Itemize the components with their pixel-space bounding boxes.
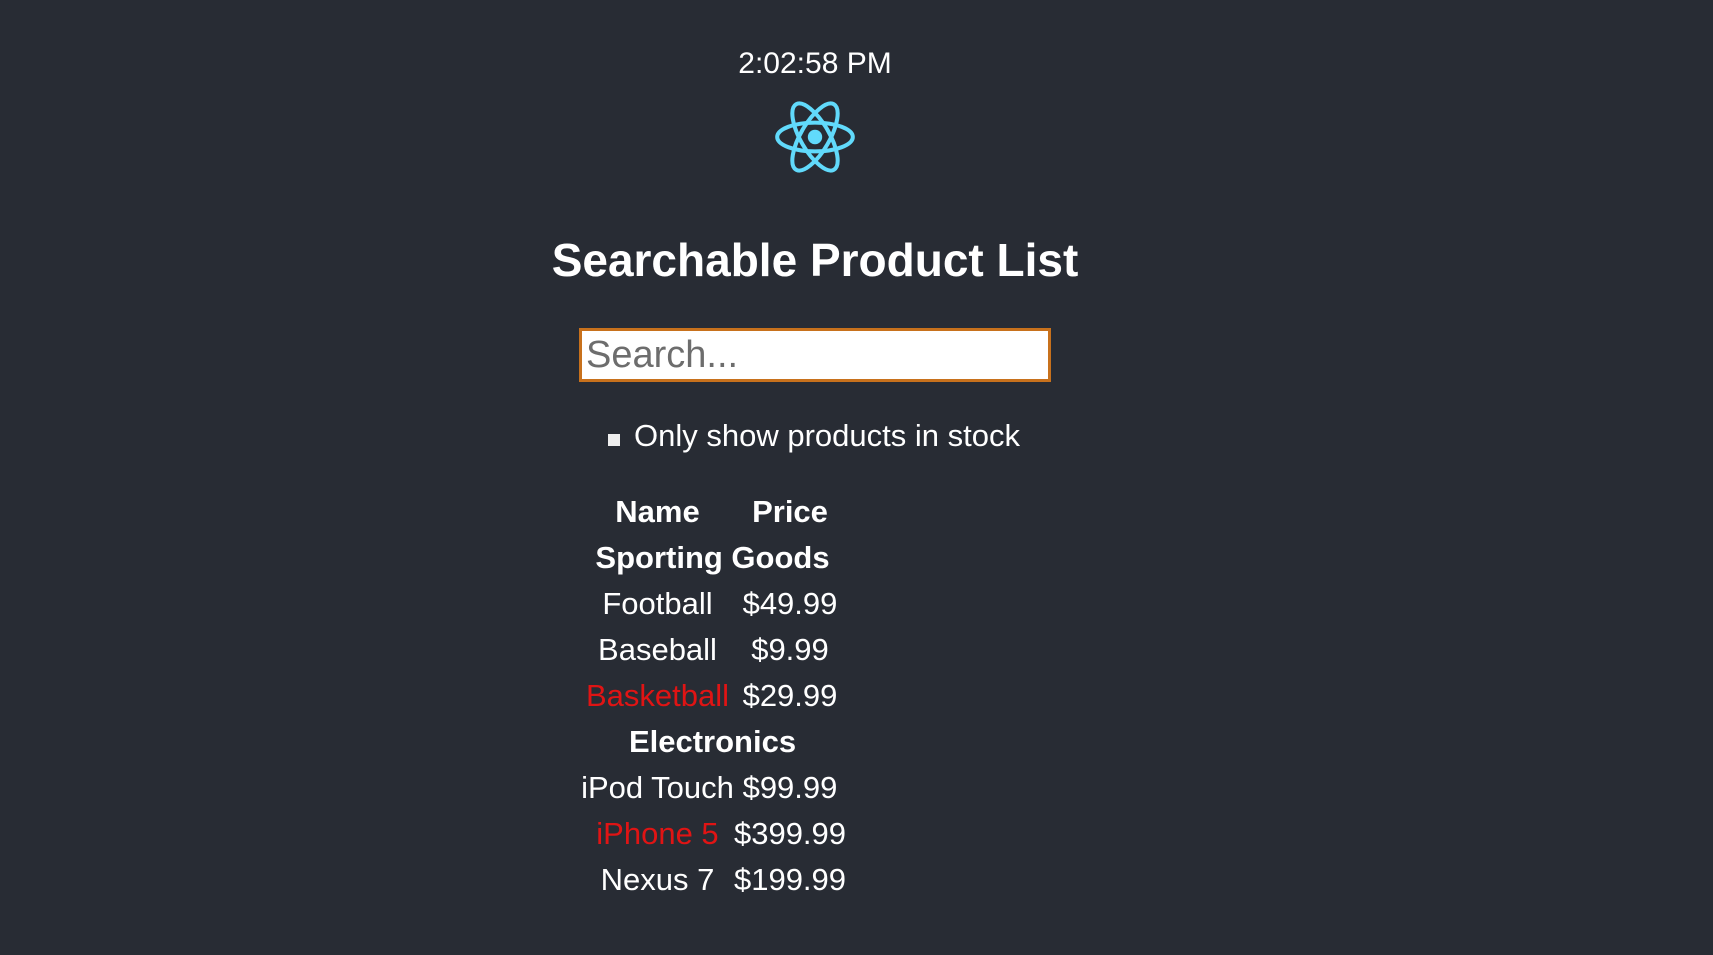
column-header-name: Name <box>615 494 700 529</box>
product-name: iPod Touch <box>581 770 734 805</box>
search-input[interactable] <box>579 328 1051 382</box>
product-price: $9.99 <box>751 632 829 667</box>
product-name-out-of-stock: iPhone 5 <box>596 816 719 851</box>
in-stock-label: Only show products in stock <box>634 418 1020 453</box>
product-price: $399.99 <box>733 816 847 851</box>
page-title: Searchable Product List <box>551 234 1079 286</box>
category-row: Electronics <box>628 724 797 759</box>
product-name: Football <box>602 586 713 621</box>
app: 2:02:58 PM Searchable Product List Only … <box>0 0 1713 955</box>
in-stock-filter[interactable]: Only show products in stock <box>608 414 1020 458</box>
clock-time: 2:02:58 PM <box>738 47 892 80</box>
column-header-price: Price <box>752 494 828 529</box>
product-name-out-of-stock: Basketball <box>585 678 730 713</box>
in-stock-checkbox[interactable] <box>608 434 620 446</box>
react-atom-icon <box>775 101 855 173</box>
product-price: $29.99 <box>742 678 838 713</box>
product-name: Nexus 7 <box>600 862 715 897</box>
product-price: $99.99 <box>742 770 838 805</box>
product-price: $199.99 <box>733 862 847 897</box>
category-row: Sporting Goods <box>595 540 830 575</box>
product-price: $49.99 <box>742 586 838 621</box>
product-name: Baseball <box>598 632 717 667</box>
